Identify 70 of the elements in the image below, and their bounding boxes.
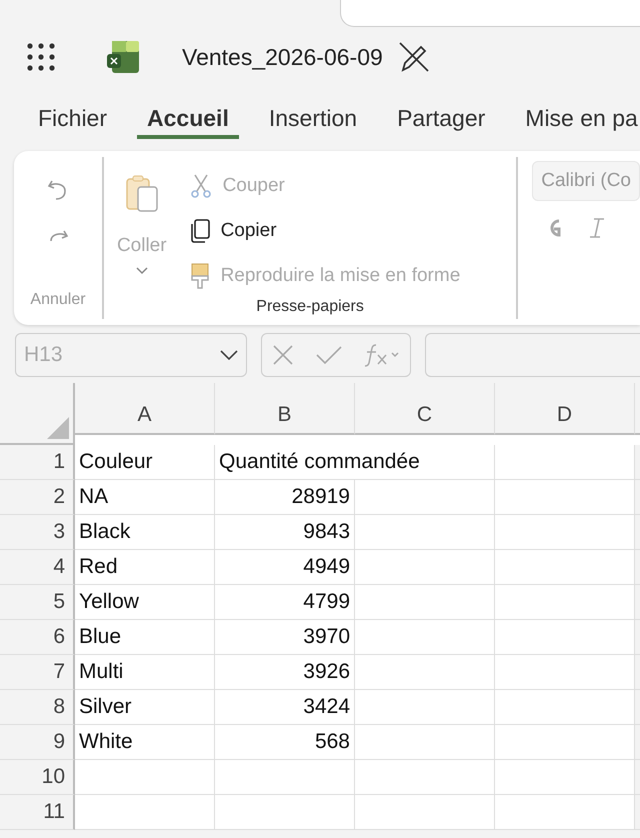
ribbon-tab[interactable]: Accueil: [137, 93, 239, 139]
formula-input[interactable]: [425, 333, 640, 377]
table-cell: 4949: [215, 550, 355, 585]
column-header[interactable]: A: [75, 383, 215, 435]
empty-cell[interactable]: [355, 550, 495, 585]
row-header[interactable]: 4: [0, 550, 75, 585]
row-header[interactable]: 1: [0, 445, 75, 480]
empty-cell[interactable]: [355, 585, 495, 620]
empty-cell[interactable]: [355, 795, 495, 830]
function-icon[interactable]: [364, 343, 400, 367]
table-cell: Blue: [75, 620, 215, 655]
row-header[interactable]: 3: [0, 515, 75, 550]
copy-icon: [188, 218, 211, 244]
row-header[interactable]: 10: [0, 760, 75, 795]
pencil-crossed-icon[interactable]: [396, 40, 431, 74]
group-label: Annuler: [30, 291, 86, 309]
column-header[interactable]: C: [355, 383, 495, 435]
triangle-icon: [47, 417, 69, 439]
ribbon-tab[interactable]: Insertion: [258, 93, 368, 139]
table-cell: 3970: [215, 620, 355, 655]
clipboard-item[interactable]: Copier: [188, 208, 277, 253]
table-cell: Yellow: [75, 585, 215, 620]
table-cell: 3424: [215, 690, 355, 725]
table-cell: 3926: [215, 655, 355, 690]
table-cell: 4799: [215, 585, 355, 620]
app-launcher-icon[interactable]: [26, 42, 56, 72]
select-all-corner[interactable]: [0, 383, 75, 445]
empty-cell[interactable]: [355, 620, 495, 655]
empty-cell[interactable]: [355, 515, 495, 550]
empty-cell[interactable]: [215, 760, 355, 795]
table-cell: Multi: [75, 655, 215, 690]
row-header[interactable]: 6: [0, 620, 75, 655]
empty-cell[interactable]: [355, 760, 495, 795]
column-header[interactable]: D: [495, 383, 635, 435]
chevron-down-icon: [220, 350, 238, 360]
table-cell: Couleur: [75, 445, 215, 480]
empty-cell[interactable]: [355, 725, 495, 760]
window-title: Ventes_2026-06-09: [182, 44, 383, 70]
scissors-icon: [188, 172, 213, 198]
cancel-icon[interactable]: [272, 344, 294, 366]
row-header[interactable]: 8: [0, 690, 75, 725]
group-label: Presse-papiers: [256, 298, 364, 316]
row-header[interactable]: 5: [0, 585, 75, 620]
checkmark-icon[interactable]: [314, 345, 343, 365]
paintbrush-icon: [188, 262, 211, 290]
ribbon-tab[interactable]: Fichier: [28, 93, 118, 139]
table-cell: NA: [75, 480, 215, 515]
row-header[interactable]: 11: [0, 795, 75, 830]
empty-cell[interactable]: [355, 655, 495, 690]
table-cell: Red: [75, 550, 215, 585]
chevron-down-icon: [136, 267, 148, 275]
ribbon-tab[interactable]: Mise en pa: [515, 93, 640, 139]
spreadsheet-logo-icon: [106, 40, 140, 74]
empty-cell[interactable]: [355, 480, 495, 515]
empty-cell[interactable]: [355, 690, 495, 725]
table-cell: White: [75, 725, 215, 760]
table-cell: Black: [75, 515, 215, 550]
empty-cell[interactable]: [215, 795, 355, 830]
table-cell: 9843: [215, 515, 355, 550]
row-header[interactable]: 2: [0, 480, 75, 515]
table-cell: Quantité commandée: [215, 445, 495, 480]
table-cell: Silver: [75, 690, 215, 725]
table-cell: 568: [215, 725, 355, 760]
row-header[interactable]: 9: [0, 725, 75, 760]
row-header[interactable]: 7: [0, 655, 75, 690]
italic-icon[interactable]: [588, 217, 606, 239]
clipboard-icon: [124, 175, 159, 213]
ribbon-tab[interactable]: Partager: [387, 93, 496, 139]
table-cell: 28919: [215, 480, 355, 515]
column-header[interactable]: B: [215, 383, 355, 435]
